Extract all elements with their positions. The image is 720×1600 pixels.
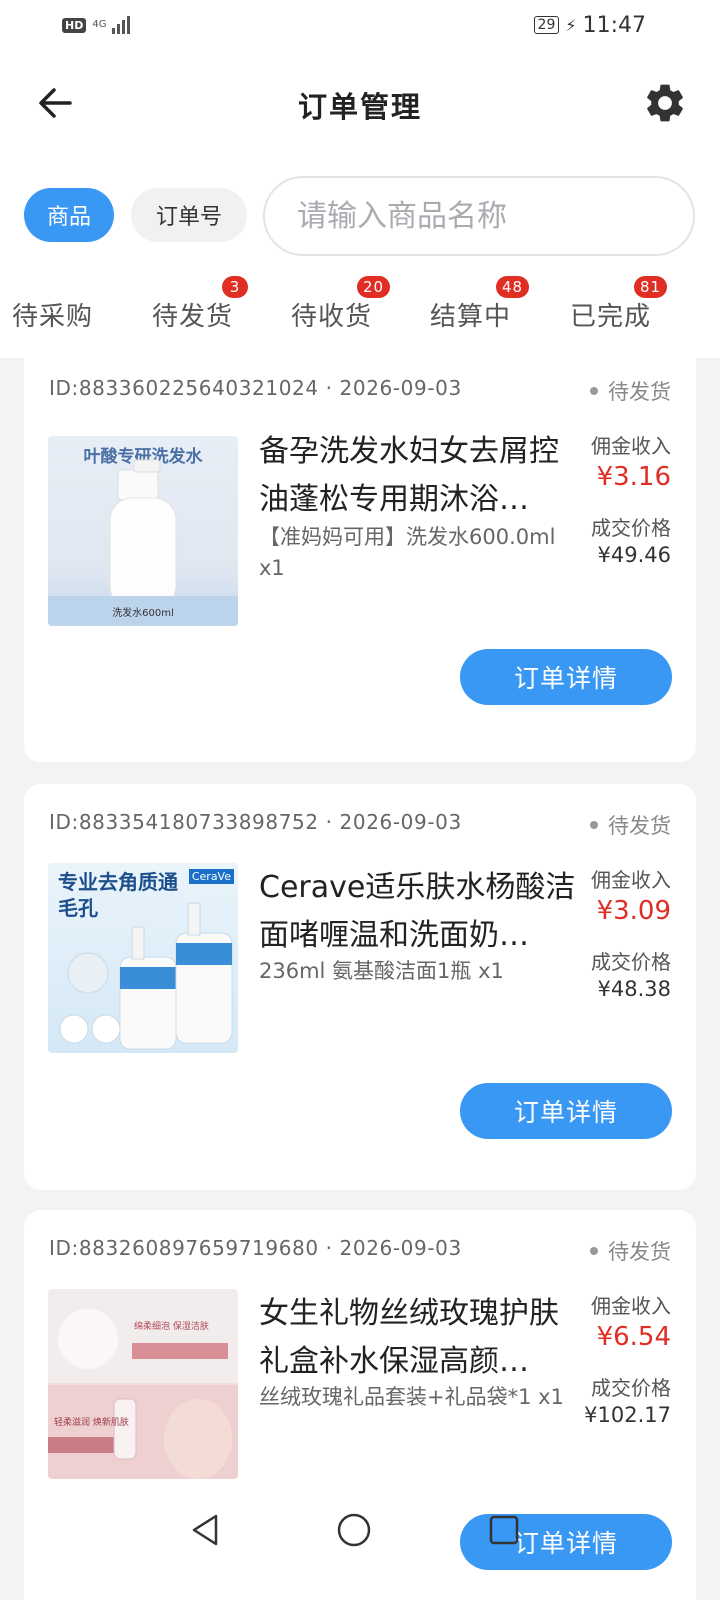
- tab-pending-purchase[interactable]: 待采购: [12, 296, 93, 333]
- search-box: [263, 176, 695, 256]
- tab-label: 待收货: [291, 302, 373, 332]
- order-id: ID:883354180733898752 · 2026-09-03: [49, 810, 462, 834]
- count-badge: 81: [634, 276, 668, 298]
- tab-label: 待采购: [12, 302, 94, 332]
- order-detail-button[interactable]: 订单详情: [460, 649, 672, 705]
- tab-label: 结算中: [430, 302, 512, 332]
- price-value: ¥49.46: [597, 543, 671, 567]
- commission-value: ¥3.09: [596, 896, 671, 926]
- search-type-order-no-button[interactable]: 订单号: [131, 188, 247, 242]
- clock: 11:47: [582, 12, 646, 38]
- price-label: 成交价格: [591, 516, 671, 540]
- product-spec: 丝绒玫瑰礼品套装+礼品袋*1 x1: [259, 1385, 564, 1409]
- tab-pending-receipt[interactable]: 待收货 20: [291, 276, 391, 333]
- app-header: 订单管理: [0, 50, 720, 160]
- product-image[interactable]: 专业去角质通毛孔 CeraVe: [48, 863, 238, 1053]
- charging-icon: ⚡: [565, 15, 577, 35]
- network-label: 4G: [92, 19, 107, 30]
- status-bar: HD 4G 29 ⚡ 11:47: [0, 0, 720, 50]
- gear-icon[interactable]: [642, 80, 688, 126]
- commission-value: ¥6.54: [596, 1322, 671, 1352]
- product-spec: 236ml 氨基酸洁面1瓶 x1: [259, 959, 504, 983]
- battery-icon: 29: [533, 16, 560, 34]
- order-status: 待发货: [590, 376, 671, 406]
- order-card[interactable]: ID:883354180733898752 · 2026-09-03 待发货 专…: [24, 784, 696, 1190]
- product-image[interactable]: 叶酸专研洗发水 洗发水600ml: [48, 436, 238, 626]
- commission-label: 佣金收入: [591, 1294, 671, 1318]
- count-badge: 3: [222, 276, 248, 298]
- network-type: 4G: [92, 20, 106, 30]
- nav-recents-icon[interactable]: [484, 1510, 524, 1550]
- nav-back-icon[interactable]: [186, 1510, 226, 1550]
- tab-settling[interactable]: 结算中 48: [430, 276, 530, 333]
- order-card[interactable]: ID:883360225640321024 · 2026-09-03 待发货 叶…: [24, 350, 696, 762]
- price-label: 成交价格: [591, 1376, 671, 1400]
- product-spec: 【准妈妈可用】洗发水600.0ml x1: [259, 525, 556, 580]
- nav-home-icon[interactable]: [334, 1510, 374, 1550]
- image-caption: 绵柔细泡 保湿洁肤: [134, 1322, 209, 1332]
- order-id: ID:883360225640321024 · 2026-09-03: [49, 376, 462, 400]
- status-left: HD 4G: [62, 16, 131, 34]
- cleanser-bottles-icon: [59, 902, 233, 1050]
- page-title: 订单管理: [297, 90, 422, 124]
- search-row: 商品 订单号: [0, 160, 720, 268]
- status-dot-icon: [590, 1247, 598, 1255]
- tab-label: 已完成: [570, 302, 652, 332]
- order-status: 待发货: [590, 1236, 671, 1266]
- commission-value: ¥3.16: [596, 462, 671, 492]
- count-badge: 48: [496, 276, 530, 298]
- signal-icon: [112, 16, 131, 34]
- order-status-tabs: 待采购 待发货 3 待收货 20 结算中 48 已完成 81: [0, 268, 720, 358]
- status-dot-icon: [590, 387, 598, 395]
- hd-icon: HD: [62, 17, 87, 33]
- image-caption: 洗发水600ml: [112, 608, 174, 619]
- search-type-goods-button[interactable]: 商品: [24, 188, 114, 242]
- shampoo-bottle-icon: [48, 459, 238, 626]
- search-input[interactable]: [265, 178, 693, 254]
- order-id: ID:883260897659719680 · 2026-09-03: [49, 1236, 462, 1260]
- status-label: 待发货: [608, 1240, 671, 1264]
- order-status: 待发货: [590, 810, 671, 840]
- commission-label: 佣金收入: [591, 434, 671, 458]
- product-title[interactable]: 女生礼物丝绒玫瑰护肤礼盒补水保湿高颜…: [259, 1290, 579, 1386]
- image-caption: 轻柔滋润 焕新肌肤: [54, 1418, 129, 1428]
- product-image[interactable]: 绵柔细泡 保湿洁肤 轻柔滋润 焕新肌肤: [48, 1289, 238, 1479]
- product-title[interactable]: Cerave适乐肤水杨酸洁面啫喱温和洗面奶…: [259, 864, 579, 960]
- commission-label: 佣金收入: [591, 868, 671, 892]
- order-detail-button[interactable]: 订单详情: [460, 1083, 672, 1139]
- count-badge: 20: [357, 276, 391, 298]
- tab-label: 待发货: [152, 302, 234, 332]
- tab-pending-shipment[interactable]: 待发货 3: [152, 276, 248, 333]
- gift-set-icon: [48, 1289, 238, 1479]
- price-value: ¥48.38: [597, 977, 671, 1001]
- status-dot-icon: [590, 821, 598, 829]
- price-value: ¥102.17: [584, 1403, 671, 1427]
- tab-completed[interactable]: 已完成 81: [570, 276, 668, 333]
- product-title[interactable]: 备孕洗发水妇女去屑控油蓬松专用期沐浴…: [259, 428, 579, 524]
- status-label: 待发货: [608, 380, 671, 404]
- status-right: 29 ⚡ 11:47: [533, 12, 646, 38]
- price-label: 成交价格: [591, 950, 671, 974]
- status-label: 待发货: [608, 814, 671, 838]
